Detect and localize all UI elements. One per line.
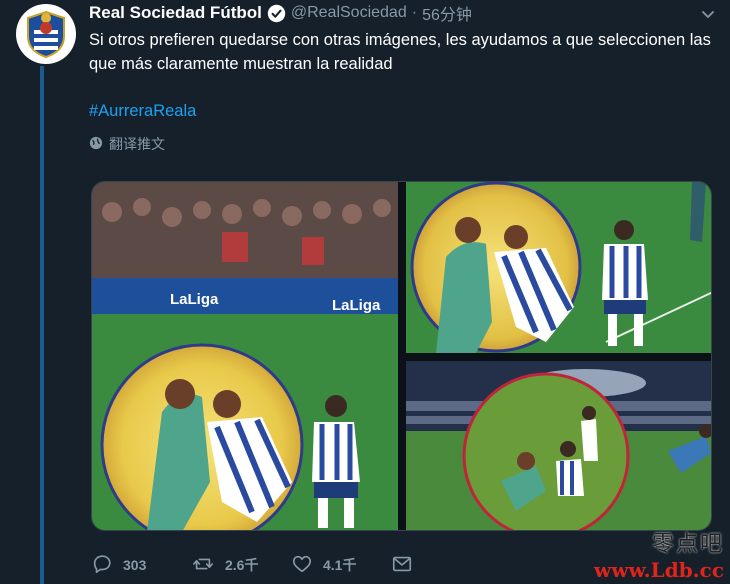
- reply-icon: [91, 553, 113, 578]
- board-text-left: LaLiga: [170, 291, 219, 308]
- hashtag-link[interactable]: #AurreraReala: [89, 102, 196, 121]
- photo-illustration: [406, 361, 711, 530]
- chevron-down-icon[interactable]: [700, 6, 716, 22]
- translate-tweet-link[interactable]: 翻译推文: [89, 134, 165, 154]
- mail-icon: [391, 553, 413, 578]
- heart-icon: [291, 553, 313, 578]
- share-button[interactable]: [391, 553, 421, 578]
- avatar[interactable]: [16, 4, 76, 64]
- club-crest-icon: [27, 10, 65, 59]
- display-name[interactable]: Real Sociedad Fútbol: [89, 3, 262, 23]
- media-photo-bottom-right[interactable]: [406, 361, 711, 530]
- retweet-count: 2.6千: [225, 557, 259, 573]
- like-count: 4.1千: [323, 557, 357, 573]
- tweet-header: Real Sociedad Fútbol @RealSociedad · 56分…: [89, 2, 472, 24]
- photo-illustration: LaLiga LaLiga: [92, 182, 398, 530]
- photo-illustration: [410, 182, 711, 353]
- separator: ·: [411, 4, 418, 21]
- translate-label: 翻译推文: [109, 136, 165, 152]
- thread-line: [40, 66, 44, 584]
- media-photo-left[interactable]: LaLiga LaLiga: [92, 182, 398, 530]
- like-button[interactable]: 4.1千: [291, 553, 391, 578]
- globe-icon: [89, 136, 103, 153]
- watermark-title: 零点吧: [651, 532, 724, 557]
- handle[interactable]: @RealSociedad: [291, 4, 407, 22]
- media-photo-top-right[interactable]: [406, 182, 711, 353]
- watermark-url: www.Ldb.cc: [594, 558, 724, 582]
- tweet-media[interactable]: LaLiga LaLiga: [91, 181, 712, 531]
- retweet-button[interactable]: 2.6千: [191, 553, 291, 578]
- timestamp[interactable]: 56分钟: [422, 1, 472, 25]
- reply-count: 303: [123, 557, 147, 573]
- verified-badge-icon: [267, 4, 286, 23]
- reply-button[interactable]: 303: [91, 553, 191, 578]
- board-text-right: LaLiga: [332, 297, 381, 314]
- site-watermark: 零点吧 www.Ldb.cc: [594, 526, 724, 582]
- tweet-actions: 303 2.6千 4.1千: [91, 552, 421, 578]
- retweet-icon: [191, 553, 215, 578]
- tweet-text: Si otros prefieren quedarse con otras im…: [89, 31, 711, 73]
